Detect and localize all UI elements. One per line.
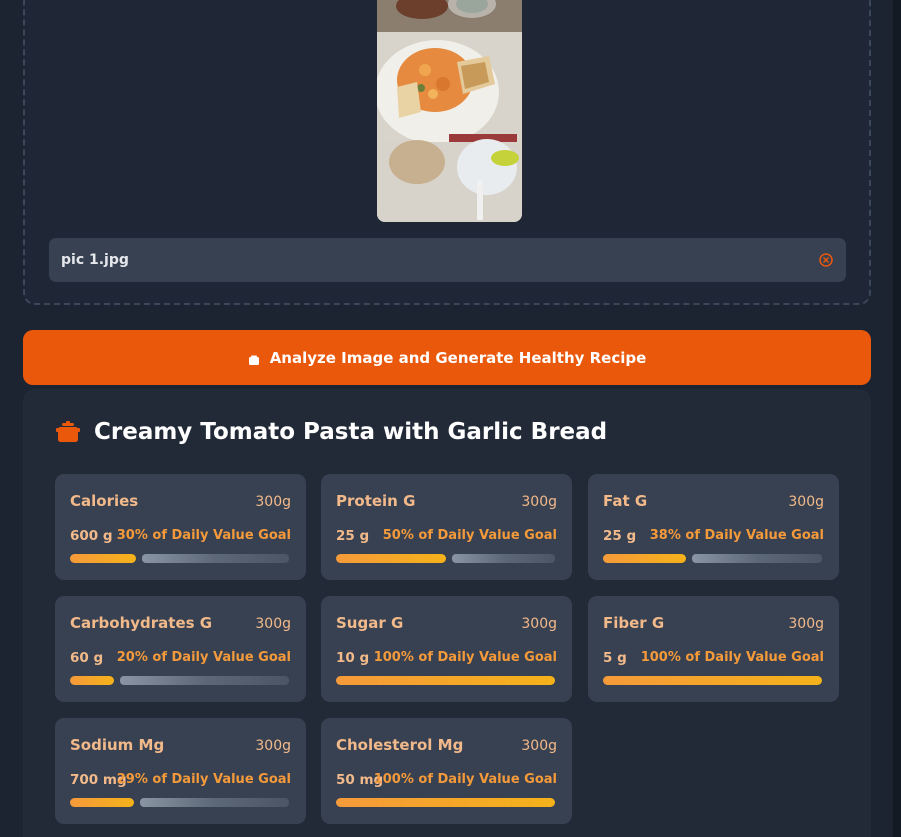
recipe-title: Creamy Tomato Pasta with Garlic Bread (94, 419, 608, 445)
progress-fill (70, 676, 114, 685)
nutrient-name: Calories (70, 492, 139, 510)
nutrient-serving-weight: 300g (255, 738, 291, 754)
recipe-header: Creamy Tomato Pasta with Garlic Bread (56, 419, 607, 445)
nutrient-name: Fat G (603, 492, 648, 510)
progress-remaining (692, 554, 822, 563)
nutrient-name: Protein G (336, 492, 416, 510)
nutrient-daily-value: 100% of Daily Value Goal (373, 772, 557, 787)
analyze-image-button[interactable]: Analyze Image and Generate Healthy Recip… (23, 330, 871, 385)
nutrient-name: Cholesterol Mg (336, 736, 464, 754)
nutrient-name: Fiber G (603, 614, 665, 632)
progress-remaining (120, 676, 289, 685)
progress-fill (336, 676, 555, 685)
nutrient-name: Sugar G (336, 614, 404, 632)
nutrient-amount: 25 g (336, 528, 370, 544)
nutrient-daily-value: 100% of Daily Value Goal (373, 650, 557, 665)
pot-icon (56, 421, 80, 443)
nutrient-card-sodium: Sodium Mg 300g 700 mg 29% of Daily Value… (55, 718, 306, 824)
scrollbar-track[interactable] (893, 0, 901, 837)
nutrient-amount: 60 g (70, 650, 104, 666)
nutrient-serving-weight: 300g (788, 494, 824, 510)
nutrient-card-sugar: Sugar G 300g 10 g 100% of Daily Value Go… (321, 596, 572, 702)
nutrient-card-cholesterol: Cholesterol Mg 300g 50 mg 100% of Daily … (321, 718, 572, 824)
pot-icon (248, 352, 260, 365)
nutrient-card-fat: Fat G 300g 25 g 38% of Daily Value Goal (588, 474, 839, 580)
nutrient-serving-weight: 300g (521, 494, 557, 510)
nutrient-serving-weight: 300g (255, 616, 291, 632)
nutrient-amount: 10 g (336, 650, 370, 666)
progress-fill (336, 554, 446, 563)
file-name: pic 1.jpg (61, 252, 129, 268)
daily-value-progress-bar (336, 676, 555, 685)
nutrient-card-protein: Protein G 300g 25 g 50% of Daily Value G… (321, 474, 572, 580)
nutrient-daily-value: 38% of Daily Value Goal (649, 528, 824, 543)
nutrient-card-calories: Calories 300g 600 g 30% of Daily Value G… (55, 474, 306, 580)
remove-file-icon[interactable] (818, 252, 834, 268)
daily-value-progress-bar (336, 554, 555, 563)
nutrient-card-carbohydrates: Carbohydrates G 300g 60 g 20% of Daily V… (55, 596, 306, 702)
nutrient-amount: 600 g (70, 528, 113, 544)
nutrient-daily-value: 100% of Daily Value Goal (640, 650, 824, 665)
progress-fill (336, 798, 555, 807)
nutrient-card-fiber: Fiber G 300g 5 g 100% of Daily Value Goa… (588, 596, 839, 702)
daily-value-progress-bar (603, 554, 822, 563)
progress-remaining (142, 554, 289, 563)
progress-fill (603, 554, 686, 563)
uploaded-image-preview (377, 0, 522, 222)
nutrient-daily-value: 20% of Daily Value Goal (116, 650, 291, 665)
uploaded-file-item: pic 1.jpg (49, 238, 846, 282)
daily-value-progress-bar (70, 798, 289, 807)
recipe-result-panel: Creamy Tomato Pasta with Garlic Bread Ca… (23, 389, 871, 837)
nutrient-daily-value: 30% of Daily Value Goal (116, 528, 291, 543)
progress-fill (70, 798, 134, 807)
image-upload-dropzone[interactable]: pic 1.jpg (23, 0, 871, 305)
nutrient-name: Sodium Mg (70, 736, 165, 754)
nutrient-serving-weight: 300g (255, 494, 291, 510)
daily-value-progress-bar (70, 554, 289, 563)
nutrient-serving-weight: 300g (521, 738, 557, 754)
food-photo (377, 0, 522, 222)
nutrient-amount: 25 g (603, 528, 637, 544)
nutrient-serving-weight: 300g (521, 616, 557, 632)
nutrient-serving-weight: 300g (788, 616, 824, 632)
nutrient-name: Carbohydrates G (70, 614, 213, 632)
progress-remaining (452, 554, 555, 563)
nutrient-amount: 5 g (603, 650, 627, 666)
analyze-button-label: Analyze Image and Generate Healthy Recip… (269, 348, 647, 367)
nutrient-daily-value: 29% of Daily Value Goal (116, 772, 291, 787)
daily-value-progress-bar (70, 676, 289, 685)
progress-remaining (140, 798, 289, 807)
nutrient-daily-value: 50% of Daily Value Goal (382, 528, 557, 543)
progress-fill (603, 676, 822, 685)
daily-value-progress-bar (603, 676, 822, 685)
daily-value-progress-bar (336, 798, 555, 807)
progress-fill (70, 554, 136, 563)
